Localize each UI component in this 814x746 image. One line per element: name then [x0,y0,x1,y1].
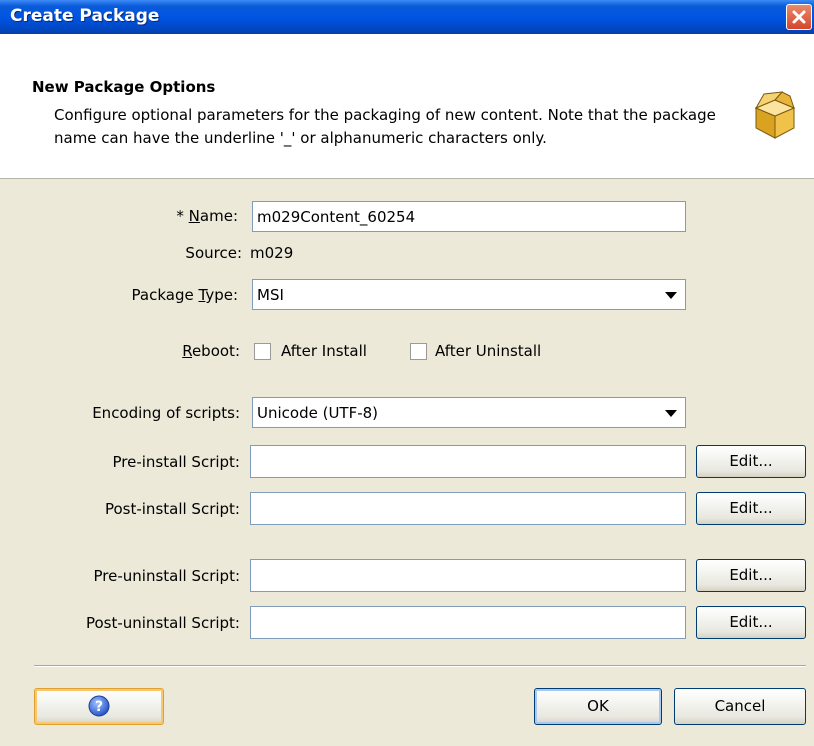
name-label: * Name: [176,207,238,225]
post-install-label: Post-install Script: [104,500,240,518]
svg-text:?: ? [95,699,103,715]
source-label: Source: [185,244,242,262]
after-install-label: After Install [281,342,367,360]
close-button[interactable] [786,4,812,30]
post-install-edit-button[interactable]: Edit... [696,492,806,525]
pre-install-input[interactable] [250,445,686,478]
title-bar: Create Package [0,0,814,34]
after-uninstall-checkbox[interactable] [410,343,427,360]
footer-separator [34,665,806,667]
header-panel: New Package Options Configure optional p… [0,34,814,179]
package-type-value: MSI [257,286,284,304]
post-uninstall-input[interactable] [250,606,686,639]
package-box-icon [754,91,796,139]
encoding-label: Encoding of scripts: [92,404,240,422]
help-icon: ? [88,695,110,717]
section-description: Configure optional parameters for the pa… [54,106,716,147]
post-uninstall-edit-button[interactable]: Edit... [696,606,806,639]
reboot-label: Reboot: [182,342,240,360]
pre-uninstall-input[interactable] [250,559,686,592]
encoding-select[interactable]: Unicode (UTF-8) [252,397,686,428]
encoding-value: Unicode (UTF-8) [257,404,379,422]
pre-uninstall-edit-button[interactable]: Edit... [696,559,806,592]
after-install-checkbox[interactable] [254,343,271,360]
window-title: Create Package [10,6,160,26]
name-input[interactable]: m029Content_60254 [252,201,686,232]
package-type-label: Package Type: [131,286,238,304]
cancel-button[interactable]: Cancel [674,688,806,725]
source-value: m029 [250,244,294,262]
pre-uninstall-label: Pre-uninstall Script: [93,567,241,585]
help-button[interactable]: ? [34,688,164,725]
pre-install-label: Pre-install Script: [112,453,241,471]
post-install-input[interactable] [250,492,686,525]
after-uninstall-label: After Uninstall [435,342,542,360]
package-type-select[interactable]: MSI [252,279,686,310]
chevron-down-icon [665,292,677,299]
post-uninstall-label: Post-uninstall Script: [85,614,240,632]
section-title: New Package Options [32,78,216,96]
pre-install-edit-button[interactable]: Edit... [696,445,806,478]
close-icon [792,10,806,24]
ok-button[interactable]: OK [534,688,662,725]
chevron-down-icon [665,410,677,417]
